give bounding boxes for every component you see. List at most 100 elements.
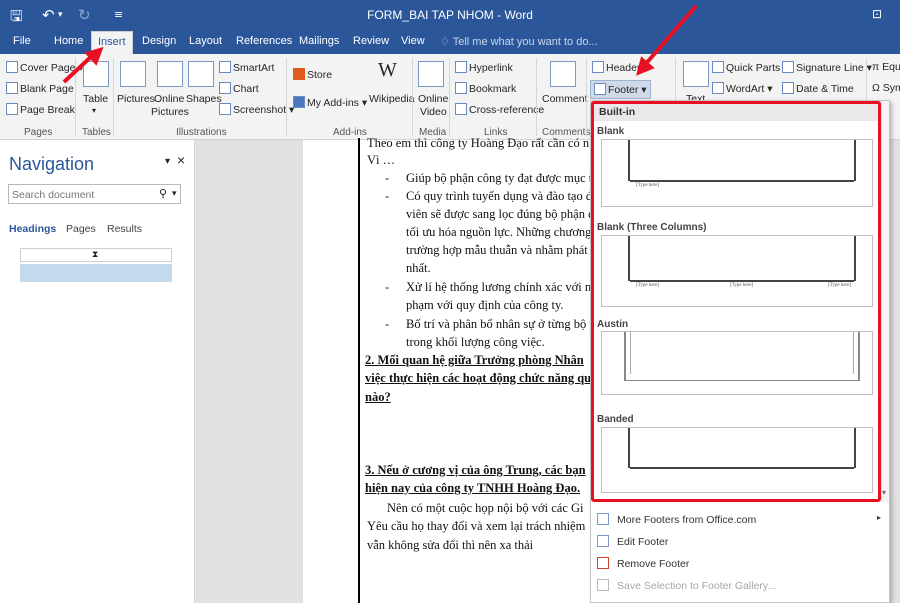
online-pictures-icon <box>157 61 183 87</box>
my-addins-button[interactable]: My Add-ins ▾ <box>293 96 367 109</box>
navigation-title: Navigation <box>9 154 95 174</box>
bullet-dash: - <box>385 189 390 203</box>
doc-line: Bố trí và phân bổ nhân sự ở từng bộ p <box>406 317 596 331</box>
navigation-pane: Navigation ▾ × Search document ⚲ ▾ Headi… <box>0 140 195 603</box>
online-video-label-2[interactable]: Video <box>420 106 447 118</box>
remove-footer-icon <box>597 557 609 569</box>
nav-tab-headings[interactable]: Headings <box>9 223 56 235</box>
nav-tab-pages[interactable]: Pages <box>66 223 96 235</box>
collapse-icon: ⧗ <box>92 249 99 259</box>
shapes-icon <box>188 61 214 87</box>
tab-references[interactable]: References <box>236 35 292 47</box>
tell-me-text: Tell me what you want to do... <box>452 36 598 48</box>
search-dropdown-icon[interactable]: ▾ <box>172 188 177 199</box>
doc-line: trường hợp mẫu thuẫn và nhằm phát t <box>406 243 595 257</box>
screenshot-button[interactable]: Screenshot ▾ <box>219 103 294 116</box>
group-label-addins: Add-ins <box>333 127 367 138</box>
cross-reference-button[interactable]: Cross-reference <box>455 103 544 116</box>
doc-line: phạm với quy định của công ty. <box>406 298 564 312</box>
scroll-down-icon[interactable]: ▾ <box>882 488 886 497</box>
heading-collapse-bar[interactable]: ⧗ <box>20 248 172 262</box>
group-divider <box>586 58 587 136</box>
date-time-button[interactable]: Date & Time <box>782 82 854 95</box>
doc-heading: 3. Nếu ở cương vị của ông Trung, các bạn <box>365 463 586 477</box>
doc-line: Có quy trình tuyển dụng và đào tạo đ <box>406 189 593 203</box>
footer-button[interactable]: Footer ▾ <box>590 80 651 99</box>
group-label-pages: Pages <box>24 127 53 138</box>
heading-item-selected[interactable] <box>20 264 172 282</box>
cover-page-icon <box>6 61 18 73</box>
cover-page-label: Cover Page <box>20 62 76 74</box>
highlight-box <box>591 101 881 502</box>
tell-me-box[interactable]: ♢ Tell me what you want to do... <box>440 35 598 48</box>
group-divider <box>286 58 287 136</box>
equation-button[interactable]: π Equ <box>872 61 900 73</box>
smartart-icon <box>219 61 231 73</box>
more-footers-item[interactable]: More Footers from Office.com ▸ <box>597 513 881 526</box>
comment-button[interactable]: Comment <box>542 93 588 105</box>
tab-mailings[interactable]: Mailings <box>299 35 339 47</box>
ribbon-tab-bar: File Home Insert Design Layout Reference… <box>0 30 900 54</box>
page-break-button[interactable]: Page Break <box>6 103 75 116</box>
page-break-icon <box>6 103 18 115</box>
tab-view[interactable]: View <box>401 35 425 47</box>
online-pictures-label-1[interactable]: Online <box>154 93 184 105</box>
smartart-label: SmartArt <box>233 62 275 74</box>
group-label-tables: Tables <box>82 127 111 138</box>
close-pane-icon[interactable]: × <box>177 152 185 168</box>
blank-page-icon <box>6 82 18 94</box>
date-time-label: Date & Time <box>796 83 854 95</box>
hyperlink-button[interactable]: Hyperlink <box>455 61 513 74</box>
save-selection-item: Save Selection to Footer Gallery... <box>597 579 776 592</box>
store-label: Store <box>307 69 333 81</box>
edit-footer-icon <box>597 535 609 547</box>
my-addins-icon <box>293 96 305 108</box>
chart-button[interactable]: Chart <box>219 82 259 95</box>
signature-line-button[interactable]: Signature Line ▾ <box>782 61 872 74</box>
tab-file[interactable]: File <box>13 35 31 47</box>
doc-line: trong khối lượng công việc. <box>406 335 545 349</box>
table-dropdown-icon[interactable]: ▾ <box>92 105 96 117</box>
wordart-button[interactable]: WordArt ▾ <box>712 82 773 95</box>
shapes-button[interactable]: Shapes <box>186 93 222 105</box>
tab-home[interactable]: Home <box>54 35 83 47</box>
tab-review[interactable]: Review <box>353 35 389 47</box>
search-placeholder: Search document <box>12 189 95 201</box>
doc-line: nhất. <box>406 261 431 275</box>
lightbulb-icon: ♢ <box>440 36 453 48</box>
quick-parts-button[interactable]: Quick Parts ▾ <box>712 61 788 74</box>
save-selection-icon <box>597 579 609 591</box>
blank-page-button[interactable]: Blank Page <box>6 82 74 95</box>
footer-icon <box>594 83 606 95</box>
edit-footer-label: Edit Footer <box>617 536 669 548</box>
nav-tab-results[interactable]: Results <box>107 223 142 235</box>
remove-footer-item[interactable]: Remove Footer <box>597 557 689 570</box>
doc-heading: 2. Mối quan hệ giữa Trưởng phòng Nhân <box>365 353 584 367</box>
search-icon[interactable]: ⚲ <box>159 187 167 200</box>
pictures-icon <box>120 61 146 87</box>
doc-line: Vì … <box>367 153 396 167</box>
chart-label: Chart <box>233 83 259 95</box>
bookmark-button[interactable]: Bookmark <box>455 82 516 95</box>
edit-footer-item[interactable]: Edit Footer <box>597 535 668 548</box>
gallery-scrollbar[interactable]: ▾ <box>881 101 889 502</box>
online-video-label-1[interactable]: Online <box>418 93 448 105</box>
symbol-button[interactable]: Ω Sym <box>872 82 900 94</box>
title-bar: 🖫 ↶ ▾ ↻ ≡ FORM_BAI TAP NHOM - Word ⊡ <box>0 0 900 30</box>
smartart-button[interactable]: SmartArt <box>219 61 274 74</box>
equation-label: Equ <box>882 61 900 73</box>
wikipedia-button[interactable]: Wikipedia <box>369 93 415 105</box>
bookmark-label: Bookmark <box>469 83 517 95</box>
doc-heading: việc thực hiện các hoạt động chức năng q… <box>365 371 592 385</box>
ribbon-display-options-icon[interactable]: ⊡ <box>872 7 882 21</box>
pictures-button[interactable]: Pictures <box>117 93 155 105</box>
online-pictures-label-2[interactable]: Pictures <box>151 106 189 118</box>
navigation-search-input[interactable]: Search document ⚲ ▾ <box>8 184 181 204</box>
store-button[interactable]: Store <box>293 68 332 81</box>
tab-design[interactable]: Design <box>142 35 176 47</box>
wikipedia-icon[interactable]: W <box>378 60 397 80</box>
tab-layout[interactable]: Layout <box>189 35 222 47</box>
table-button[interactable]: Table <box>83 93 108 105</box>
group-divider <box>412 58 413 136</box>
pane-options-icon[interactable]: ▾ <box>165 156 170 167</box>
